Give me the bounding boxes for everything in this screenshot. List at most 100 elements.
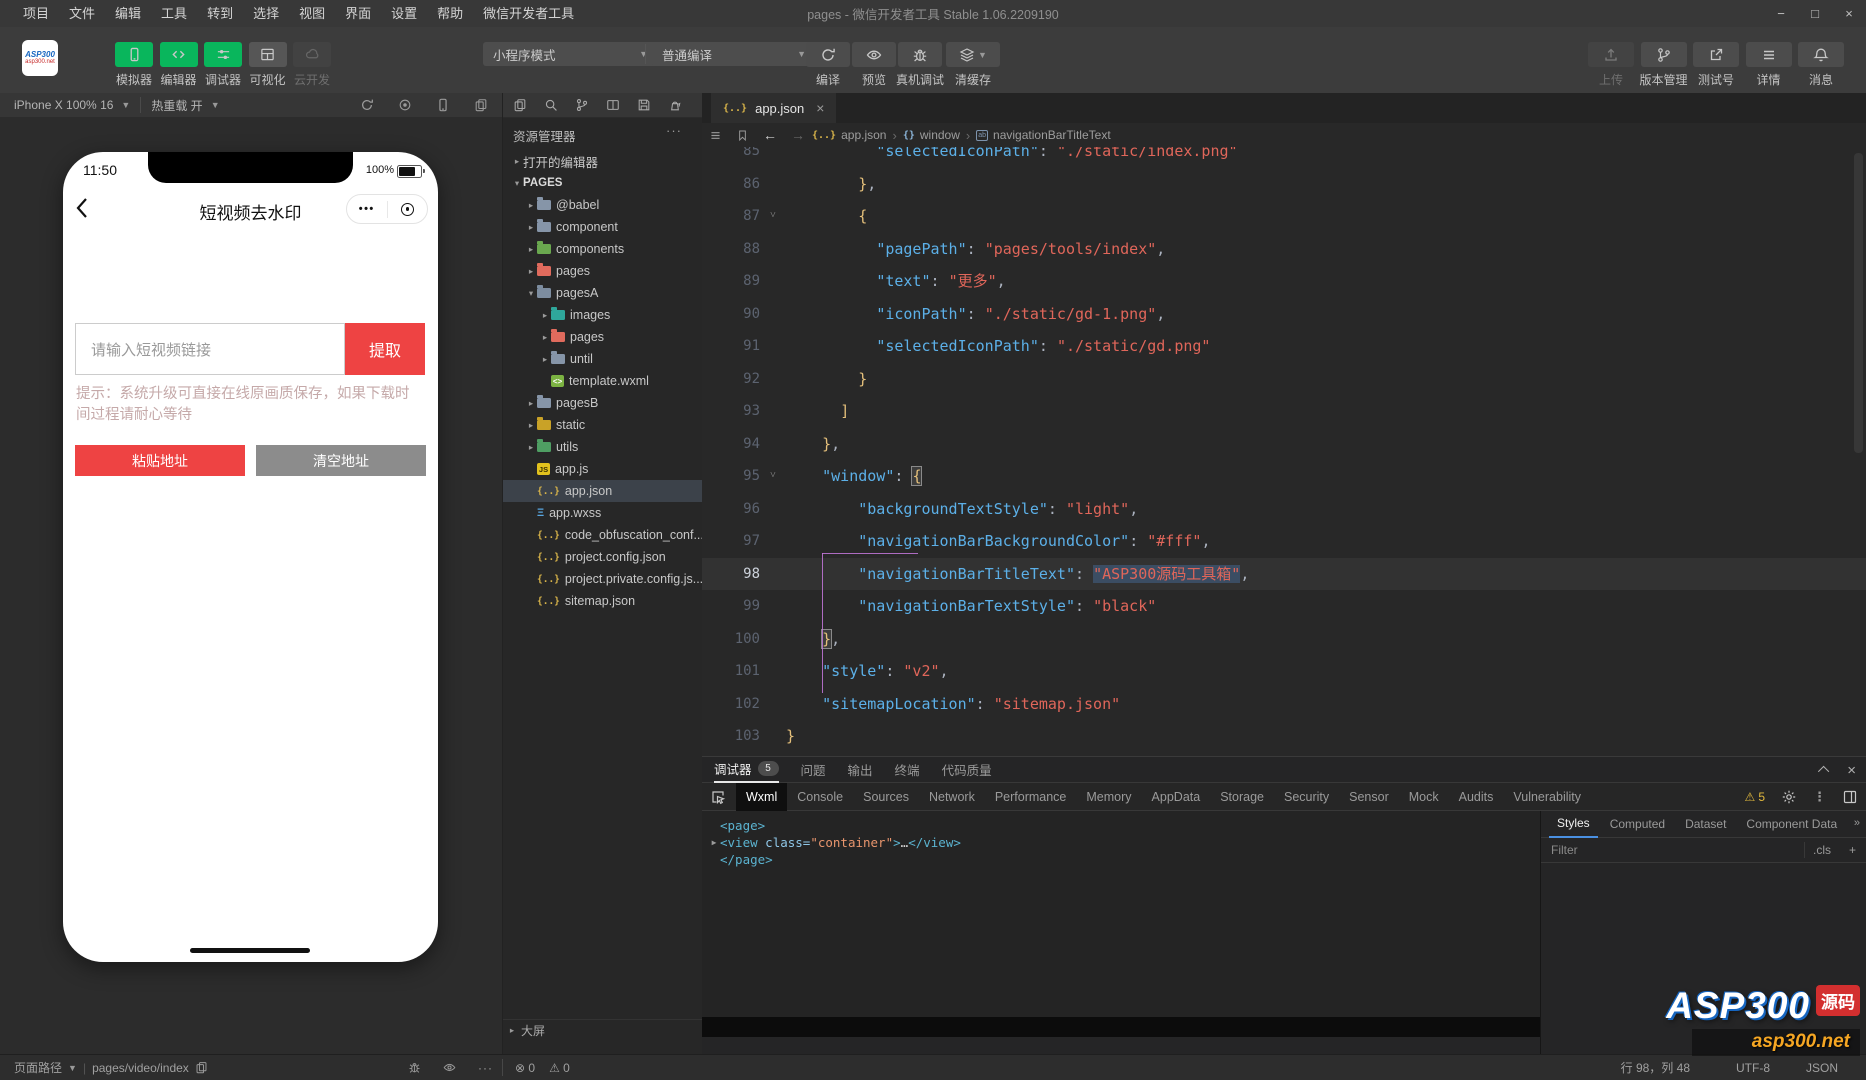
wxml-tree[interactable]: <page> ▶ <view class="container">…</view> <…: [702, 811, 1540, 1017]
menu-设置[interactable]: 设置: [382, 0, 426, 27]
devtools-tab-Mock[interactable]: Mock: [1399, 783, 1449, 811]
action-button-消息[interactable]: [1798, 42, 1844, 67]
tree-item-until[interactable]: ▸ until: [503, 348, 703, 370]
action-button-版本管理[interactable]: [1640, 42, 1687, 67]
tree-item-code_obfuscation_conf...[interactable]: {..} code_obfuscation_conf...: [503, 524, 703, 546]
kettle-icon[interactable]: [668, 98, 682, 112]
tree-item-pages[interactable]: ▸ pages: [503, 260, 703, 282]
action-button-预览[interactable]: [852, 42, 896, 67]
inspector-tab-Component Data[interactable]: Component Data: [1738, 812, 1845, 837]
close-button[interactable]: ×: [1832, 0, 1866, 27]
vconsole-bug-icon[interactable]: [408, 1061, 421, 1074]
devtools-tab-Wxml[interactable]: Wxml: [736, 782, 788, 811]
code-line-94[interactable]: 94 },: [702, 428, 1866, 461]
menu-项目[interactable]: 项目: [14, 0, 58, 27]
code-line-101[interactable]: 101 "style": "v2",: [702, 655, 1866, 688]
inspector-tab-Styles[interactable]: Styles: [1549, 811, 1598, 838]
warning-count[interactable]: ⚠ 0: [549, 1061, 570, 1075]
capsule-menu[interactable]: •••: [346, 194, 428, 224]
tree-item-template.wxml[interactable]: <> template.wxml: [503, 370, 703, 392]
video-link-input[interactable]: 请输入短视频链接: [75, 323, 345, 375]
menu-工具[interactable]: 工具: [152, 0, 196, 27]
tree-item-project.config.json[interactable]: {..} project.config.json: [503, 546, 703, 568]
devtools-tab-Storage[interactable]: Storage: [1210, 783, 1274, 811]
menu-选择[interactable]: 选择: [244, 0, 288, 27]
page-path-label[interactable]: 页面路径: [14, 1059, 62, 1076]
tree-item-static[interactable]: ▸ static: [503, 414, 703, 436]
restart-icon[interactable]: [360, 98, 374, 112]
devtools-tab-Memory[interactable]: Memory: [1076, 783, 1141, 811]
devtools-tab-Vulnerability[interactable]: Vulnerability: [1503, 783, 1591, 811]
code-line-88[interactable]: 88 "pagePath": "pages/tools/index",: [702, 233, 1866, 266]
gear-icon[interactable]: [1781, 789, 1797, 805]
devtools-tab-Console[interactable]: Console: [787, 783, 853, 811]
action-button-清缓存[interactable]: ▼: [946, 42, 1000, 67]
code-line-85[interactable]: 85 "selectedIconPath": "./static/index.p…: [702, 147, 1866, 168]
menu-编辑[interactable]: 编辑: [106, 0, 150, 27]
menu-视图[interactable]: 视图: [290, 0, 334, 27]
tree-item-pages[interactable]: ▸ pages: [503, 326, 703, 348]
preview-eye-icon[interactable]: [443, 1061, 456, 1074]
action-button-编译[interactable]: [806, 42, 850, 67]
action-button-详情[interactable]: [1745, 42, 1792, 67]
inspector-tab-Dataset[interactable]: Dataset: [1677, 812, 1734, 837]
tree-item-PAGES[interactable]: ▾ PAGES: [503, 172, 703, 194]
error-count[interactable]: ⊗ 0: [515, 1061, 535, 1075]
tree-item-app.wxss[interactable]: Ξapp.wxss: [503, 502, 703, 524]
pages-icon[interactable]: [513, 98, 527, 112]
hot-reload-toggle[interactable]: 热重载 开: [151, 97, 202, 114]
menu-微信开发者工具[interactable]: 微信开发者工具: [474, 0, 583, 27]
action-button-测试号[interactable]: [1693, 42, 1739, 67]
mode-select[interactable]: 小程序模式 ▼: [483, 42, 658, 66]
exit-icon[interactable]: [388, 202, 428, 216]
code-line-92[interactable]: 92 }: [702, 363, 1866, 396]
code-line-100[interactable]: 100 },: [702, 623, 1866, 656]
minimize-button[interactable]: −: [1764, 0, 1798, 27]
devtools-tab-Performance[interactable]: Performance: [985, 783, 1077, 811]
code-line-93[interactable]: 93 ]: [702, 395, 1866, 428]
code-line-99[interactable]: 99 "navigationBarTextStyle": "black": [702, 590, 1866, 623]
explorer-more-icon[interactable]: ···: [666, 123, 682, 138]
panel-button-模拟器[interactable]: [115, 42, 153, 67]
devtools-tab-Security[interactable]: Security: [1274, 783, 1339, 811]
tree-item-components[interactable]: ▸ components: [503, 238, 703, 260]
maximize-button[interactable]: □: [1798, 0, 1832, 27]
more-tabs-icon[interactable]: »: [1854, 817, 1860, 829]
bookmark-icon[interactable]: [736, 129, 749, 142]
panel-button-可视化[interactable]: [248, 42, 287, 67]
tree-item-app.json[interactable]: {..} app.json: [503, 480, 703, 502]
tree-item-pagesB[interactable]: ▸ pagesB: [503, 392, 703, 414]
menu-转到[interactable]: 转到: [198, 0, 242, 27]
expand-arrow-icon[interactable]: ▶: [708, 834, 720, 851]
wxml-node[interactable]: ▶ <view class="container">…</view>: [708, 834, 1540, 851]
dock-side-icon[interactable]: [1842, 789, 1858, 805]
menu-文件[interactable]: 文件: [60, 0, 104, 27]
panel-button-编辑器[interactable]: [159, 42, 198, 67]
tab-app-json[interactable]: {..} app.json ×: [711, 93, 837, 123]
filter-input[interactable]: Filter: [1541, 843, 1804, 857]
devtools-tab-Sensor[interactable]: Sensor: [1339, 783, 1399, 811]
kebab-menu-icon[interactable]: ⋮: [1813, 789, 1826, 805]
debugger-tab-问题[interactable]: 问题: [801, 757, 826, 782]
breadcrumb-item-app.json[interactable]: {..} app.json: [812, 128, 886, 142]
record-icon[interactable]: [398, 98, 412, 112]
add-rule-icon[interactable]: +: [1839, 843, 1866, 857]
debugger-tab-终端[interactable]: 终端: [895, 757, 920, 782]
nav-back-icon[interactable]: ←: [763, 127, 777, 143]
wxml-node[interactable]: <page>: [708, 817, 1540, 834]
horizontal-scrollbar[interactable]: [702, 1017, 1540, 1037]
editor-scrollbar[interactable]: [1854, 153, 1863, 453]
warning-count-badge[interactable]: ⚠ 5: [1745, 790, 1765, 804]
fold-icon[interactable]: ˅: [760, 460, 786, 493]
paste-address-button[interactable]: 粘贴地址: [75, 445, 245, 476]
devtools-tab-AppData[interactable]: AppData: [1142, 783, 1211, 811]
close-panel-icon[interactable]: ×: [1847, 762, 1856, 779]
tree-item-打开的编辑器[interactable]: ▸ 打开的编辑器: [503, 150, 703, 172]
devtools-tab-Sources[interactable]: Sources: [853, 783, 919, 811]
code-line-96[interactable]: 96 "backgroundTextStyle": "light",: [702, 493, 1866, 526]
cls-toggle[interactable]: .cls: [1803, 842, 1839, 858]
inspect-element-icon[interactable]: [710, 789, 726, 805]
devtools-tab-Audits[interactable]: Audits: [1449, 783, 1504, 811]
wxml-node[interactable]: </page>: [708, 851, 1540, 868]
tree-item-@babel[interactable]: ▸ @babel: [503, 194, 703, 216]
